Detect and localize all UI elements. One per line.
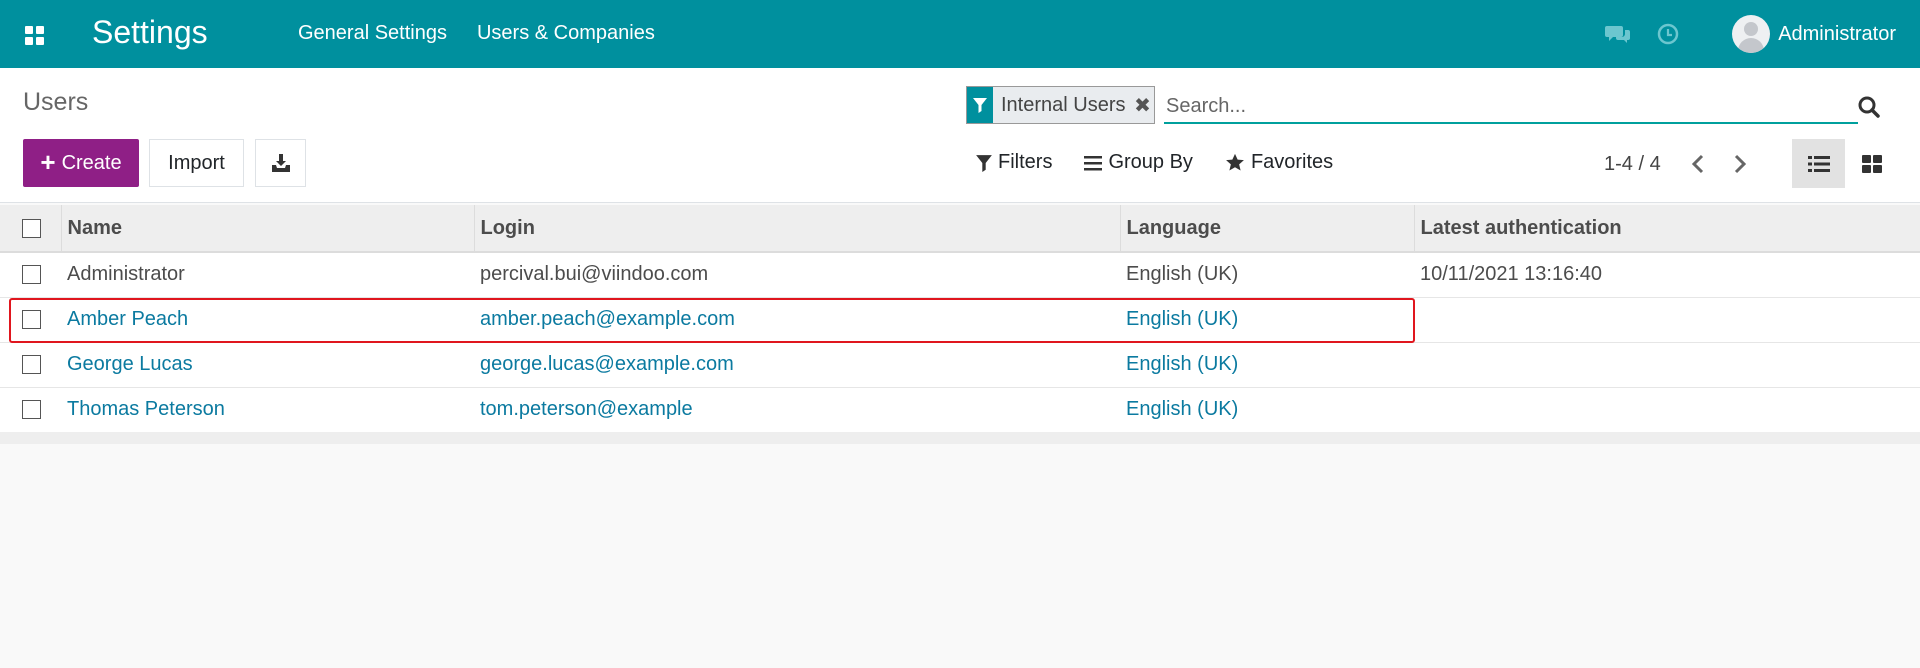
create-button[interactable]: + Create — [23, 139, 139, 187]
favorites-label: Favorites — [1250, 151, 1334, 173]
group-by-label: Group By — [1108, 151, 1193, 173]
search-icon[interactable] — [1854, 92, 1884, 122]
download-icon — [271, 154, 290, 172]
cell-language: English (UK) — [1120, 297, 1414, 343]
control-panel: Users Internal Users ✖ + Create Import F… — [0, 68, 1920, 203]
view-switcher — [1792, 139, 1898, 188]
previous-page-icon[interactable] — [1687, 151, 1709, 177]
column-header-language[interactable]: Language — [1120, 205, 1415, 253]
row-checkbox[interactable] — [22, 310, 41, 330]
table-row[interactable]: Amber Peach amber.peach@example.com Engl… — [0, 297, 1920, 343]
row-checkbox[interactable] — [22, 400, 41, 420]
filters-dropdown[interactable]: Filters — [976, 151, 1052, 174]
star-icon — [1226, 153, 1244, 171]
cell-login: percival.bui@viindoo.com — [474, 252, 1120, 298]
user-menu[interactable]: Administrator — [1732, 15, 1896, 53]
group-by-dropdown[interactable]: Group By — [1084, 151, 1193, 174]
plus-icon: + — [40, 146, 56, 177]
cell-language: English (UK) — [1120, 252, 1414, 298]
table-row[interactable]: George Lucas george.lucas@example.com En… — [0, 342, 1920, 388]
column-header-login[interactable]: Login — [474, 205, 1121, 253]
cell-login: amber.peach@example.com — [474, 297, 1120, 343]
top-navbar: Settings General Settings Users & Compan… — [0, 0, 1920, 68]
pager-value[interactable]: 1-4 / 4 — [1604, 153, 1661, 176]
row-checkbox[interactable] — [22, 355, 41, 375]
apps-menu-icon[interactable] — [20, 20, 48, 48]
cell-latest-auth — [1414, 297, 1920, 343]
cell-latest-auth — [1414, 387, 1920, 433]
clock-icon[interactable] — [1654, 20, 1682, 48]
cell-login: tom.peterson@example — [474, 387, 1120, 433]
search-facet: Internal Users ✖ — [966, 86, 1155, 124]
chat-icon[interactable] — [1604, 20, 1632, 48]
users-list: Name Login Language Latest authenticatio… — [0, 205, 1920, 433]
breadcrumb: Users — [23, 88, 89, 116]
import-button[interactable]: Import — [149, 139, 244, 187]
pager: 1-4 / 4 — [1604, 151, 1771, 177]
kanban-view-icon[interactable] — [1845, 139, 1898, 188]
bars-icon — [1084, 155, 1103, 170]
select-all-cell — [0, 205, 62, 253]
table-row[interactable]: Administrator percival.bui@viindoo.com E… — [0, 252, 1920, 298]
menu-general-settings[interactable]: General Settings — [298, 22, 447, 45]
cell-name: George Lucas — [61, 342, 474, 388]
cell-language: English (UK) — [1120, 387, 1414, 433]
avatar — [1732, 15, 1771, 53]
facet-remove-icon[interactable]: ✖ — [1132, 87, 1154, 123]
table-footer — [0, 432, 1920, 444]
row-checkbox[interactable] — [22, 265, 41, 285]
main-menu: General Settings Users & Companies — [298, 22, 655, 45]
filter-icon — [976, 154, 992, 172]
cell-language: English (UK) — [1120, 342, 1414, 388]
cell-latest-auth — [1414, 342, 1920, 388]
search-view: Internal Users ✖ — [966, 86, 1888, 126]
list-view-icon[interactable] — [1792, 139, 1845, 188]
search-input[interactable] — [1164, 90, 1858, 124]
cell-name: Thomas Peterson — [61, 387, 474, 433]
select-all-checkbox[interactable] — [22, 218, 41, 238]
favorites-dropdown[interactable]: Favorites — [1225, 151, 1333, 174]
menu-users-companies[interactable]: Users & Companies — [477, 22, 655, 45]
table-header: Name Login Language Latest authenticatio… — [0, 205, 1920, 253]
download-button[interactable] — [255, 139, 306, 187]
user-name: Administrator — [1778, 22, 1896, 45]
column-header-name[interactable]: Name — [61, 205, 475, 253]
table-row[interactable]: Thomas Peterson tom.peterson@example Eng… — [0, 387, 1920, 433]
filters-label: Filters — [998, 151, 1053, 173]
search-options: Filters Group By Favorites — [976, 151, 1333, 174]
cell-latest-auth: 10/11/2021 13:16:40 — [1414, 252, 1920, 298]
cell-name: Administrator — [61, 252, 474, 298]
app-title[interactable]: Settings — [92, 14, 208, 51]
next-page-icon[interactable] — [1729, 151, 1751, 177]
cell-login: george.lucas@example.com — [474, 342, 1120, 388]
column-header-latest-auth[interactable]: Latest authentication — [1414, 205, 1920, 253]
create-button-label: Create — [61, 151, 122, 174]
facet-label: Internal Users — [1001, 93, 1126, 116]
cell-name: Amber Peach — [61, 297, 474, 343]
filter-icon — [967, 87, 993, 123]
navbar-systray: Administrator — [1604, 10, 1896, 58]
